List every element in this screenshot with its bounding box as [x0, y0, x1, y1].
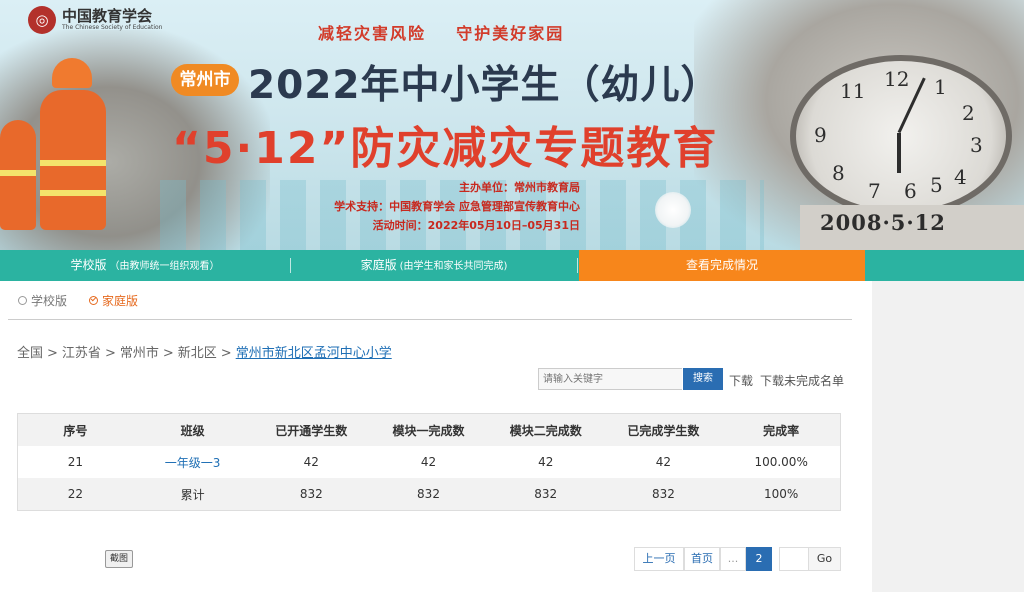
csoe-logo: ◎ 中国教育学会 The Chinese Society of Educatio…	[28, 6, 162, 34]
column-header: 班级	[180, 423, 205, 438]
breadcrumb-item[interactable]: 新北区	[178, 346, 217, 361]
column-header: 已开通学生数	[275, 423, 348, 438]
clock-number: 6	[904, 179, 917, 203]
logo-title: 中国教育学会	[62, 7, 153, 26]
download-link[interactable]: 下载	[729, 372, 753, 389]
main-content: 学校版 家庭版 全国>江苏省>常州市>新北区>常州市新北区孟河中心小学 搜索 下…	[0, 281, 872, 592]
memorial-date: 2008·5·12	[820, 210, 946, 235]
pagination-ellipsis: ...	[720, 547, 746, 571]
search-input[interactable]	[538, 368, 682, 390]
rescuer-figure-secondary	[0, 120, 36, 230]
logo-subtitle: The Chinese Society of Education	[62, 23, 163, 31]
search-button[interactable]: 搜索	[683, 368, 723, 390]
clock-number: 12	[884, 67, 910, 91]
clock-number: 9	[814, 123, 827, 147]
radio-label: 学校版	[31, 294, 68, 308]
table-cell: 42	[420, 455, 437, 469]
nav-label: 学校版	[70, 258, 107, 272]
logo-emblem-icon: ◎	[28, 6, 56, 34]
table-cell: 42	[303, 455, 319, 469]
page-number-input[interactable]	[779, 547, 809, 571]
clock-number: 8	[832, 161, 845, 185]
radio-school-version[interactable]: 学校版	[18, 292, 67, 309]
table-cell: 832	[299, 487, 323, 501]
go-button[interactable]: Go	[809, 547, 841, 571]
clock-number: 3	[970, 133, 983, 157]
nav-label: 查看完成情况	[685, 258, 758, 272]
broken-clock-image: 11 12 1 2 9 3 8 4 7 6 5	[790, 55, 1012, 217]
radio-label: 家庭版	[102, 294, 139, 308]
breadcrumb-item[interactable]: 全国	[17, 346, 43, 361]
check-circle-icon	[89, 296, 99, 305]
screenshot-button[interactable]: 截图	[105, 550, 133, 568]
clock-number: 7	[868, 179, 881, 203]
clock-number: 2	[962, 101, 975, 125]
clock-number: 4	[954, 165, 967, 189]
nav-tail	[865, 250, 1024, 281]
download-incomplete-link[interactable]: 下载未完成名单	[760, 372, 844, 389]
clock-hand	[897, 133, 901, 173]
nav-label: 家庭版	[360, 258, 397, 272]
page-button-current[interactable]: 2	[746, 547, 772, 571]
class-link[interactable]: 一年级一3	[133, 454, 253, 471]
clock-number: 5	[930, 173, 943, 197]
table-cell: 22	[67, 487, 83, 501]
prev-page-button[interactable]: 上一页	[634, 547, 684, 571]
breadcrumb: 全国 > 江苏省 > 常州市 > 新北区 > 常州市新北区孟河中心小学	[17, 346, 392, 361]
table-cell: 832	[651, 487, 675, 501]
column-header: 已完成学生数	[627, 423, 700, 438]
clock-number: 11	[840, 79, 866, 103]
column-header: 序号	[63, 423, 88, 438]
section-divider	[8, 319, 852, 320]
right-gutter	[872, 281, 1024, 592]
table-cell: 100.00%	[754, 455, 808, 469]
radio-family-version[interactable]: 家庭版	[89, 292, 138, 309]
table-row: 22 累计 832 832 832 832 100%	[18, 478, 840, 510]
rescuer-figure	[40, 90, 106, 230]
banner-event-info: 主办单位：常州市教育局 学术支持：中国教育学会 应急管理部宣传教育中心 活动时间…	[300, 178, 580, 235]
table-header-row: 序号 班级 已开通学生数 模块一完成数 模块二完成数 已完成学生数 完成率	[18, 414, 840, 446]
table-cell: 42	[655, 455, 672, 469]
period-text: 活动时间：2022年05月10日–05月31日	[372, 219, 580, 232]
city-badge: 常州市	[171, 64, 239, 96]
support-text: 学术支持：中国教育学会 应急管理部宣传教育中心	[334, 200, 580, 213]
breadcrumb-item[interactable]: 常州市	[120, 346, 159, 361]
table-row: 21 一年级一3 42 42 42 42 100.00%	[18, 446, 840, 478]
clock-number: 1	[934, 75, 947, 99]
banner-title-line1: 2022年中小学生（幼儿）	[248, 63, 721, 108]
hero-banner: ◎ 中国教育学会 The Chinese Society of Educatio…	[0, 0, 1024, 250]
dandelion-icon	[655, 192, 691, 228]
table-cell: 832	[417, 487, 440, 501]
breadcrumb-item[interactable]: 江苏省	[62, 346, 101, 361]
nav-family-version[interactable]: 家庭版 (由学生和家长共同完成)	[291, 250, 577, 281]
column-header: 完成率	[763, 423, 800, 438]
main-nav: 学校版 （由教师统一组织观看） 家庭版 (由学生和家长共同完成) 查看完成情况	[0, 250, 1024, 281]
nav-school-version[interactable]: 学校版 （由教师统一组织观看）	[0, 250, 290, 281]
table-cell: 832	[534, 487, 558, 501]
nav-view-completion[interactable]: 查看完成情况	[579, 250, 865, 281]
organizer-text: 主办单位：常州市教育局	[459, 181, 580, 194]
banner-slogan: 减轻灾害风险 守护美好家园	[318, 24, 565, 43]
table-cell: 21	[67, 455, 83, 469]
column-header: 模块二完成数	[509, 423, 582, 438]
nav-sublabel: (由学生和家长共同完成)	[399, 261, 508, 272]
first-page-button[interactable]: 首页	[684, 547, 720, 571]
nav-sublabel: （由教师统一组织观看）	[109, 261, 220, 272]
table-cell: 42	[538, 455, 554, 469]
completion-table: 序号 班级 已开通学生数 模块一完成数 模块二完成数 已完成学生数 完成率 21…	[17, 413, 841, 511]
version-filter: 学校版 家庭版	[18, 292, 138, 309]
banner-title-line2: “5·12”防灾减灾专题教育	[172, 123, 719, 174]
table-cell: 累计	[180, 487, 205, 502]
breadcrumb-current-school[interactable]: 常州市新北区孟河中心小学	[236, 346, 392, 361]
radio-circle-icon	[18, 296, 27, 305]
nav-divider	[577, 258, 578, 273]
column-header: 模块一完成数	[392, 423, 465, 438]
table-cell: 100%	[764, 487, 799, 501]
